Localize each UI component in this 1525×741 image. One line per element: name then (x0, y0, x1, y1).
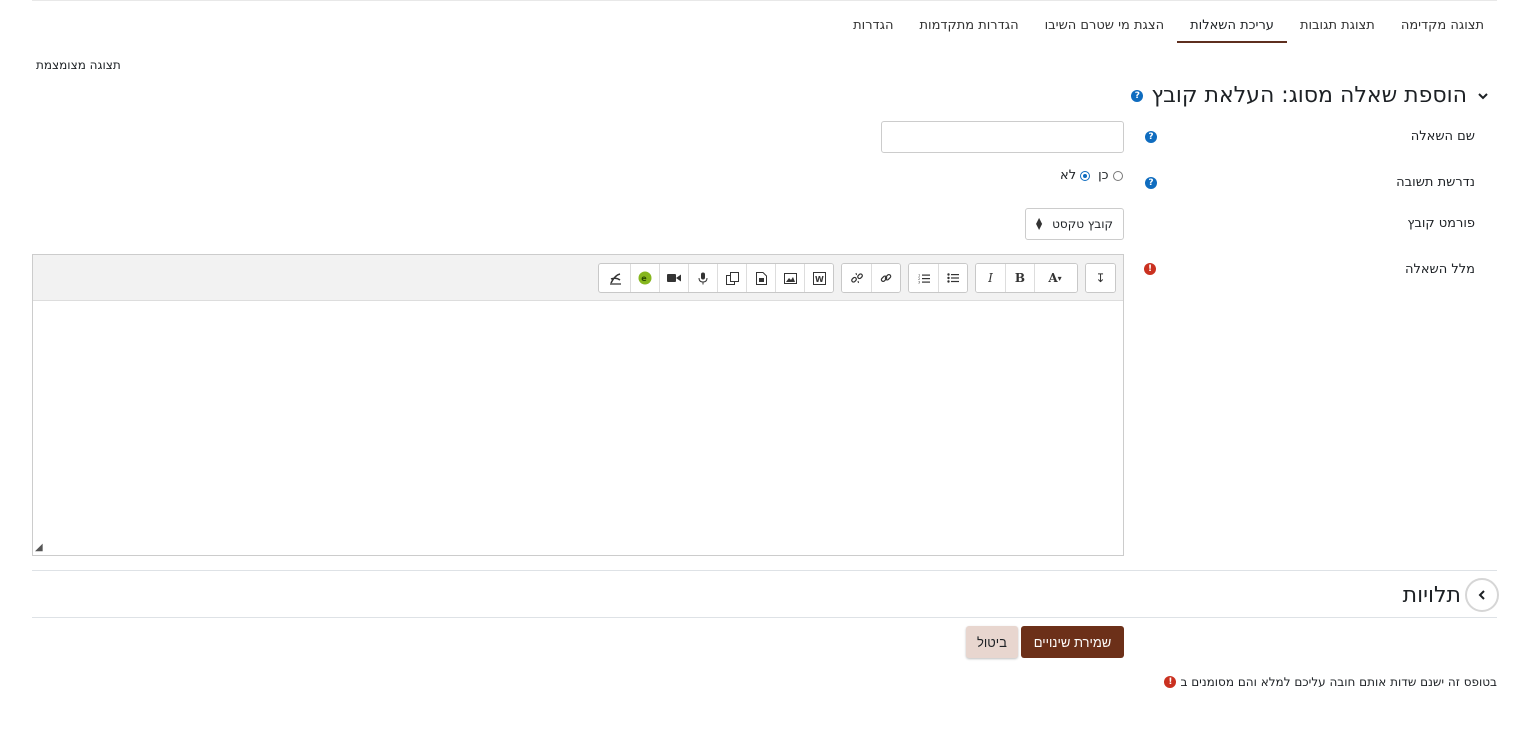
toolbar-group-links (841, 263, 901, 293)
unordered-list-icon[interactable] (938, 264, 967, 292)
section-header: הוספת שאלה מסוג: העלאת קובץ ? (1131, 83, 1491, 108)
compact-view-link[interactable]: תצוגה מצומצמת (36, 58, 121, 72)
required-no-option[interactable]: לא (1060, 168, 1091, 183)
section-title: הוספת שאלה מסוג: העלאת קובץ (1151, 83, 1467, 108)
question-name-input[interactable] (881, 121, 1124, 153)
toolbar-group-collapse: ↧ (1085, 263, 1116, 293)
h5p-icon[interactable]: e (630, 264, 659, 292)
media-icon[interactable] (746, 264, 775, 292)
unlink-icon[interactable] (842, 264, 871, 292)
chevron-left-icon[interactable] (1465, 578, 1499, 612)
required-icon: ! (1164, 676, 1177, 688)
image-icon[interactable] (775, 264, 804, 292)
collapse-icon[interactable]: ↧ (1086, 264, 1115, 292)
word-import-icon[interactable]: W (804, 264, 833, 292)
question-circle-icon[interactable]: ? (1145, 131, 1157, 143)
dependencies-header[interactable]: תלויות (1403, 578, 1499, 612)
svg-text:e: e (641, 274, 647, 283)
record-video-icon[interactable] (659, 264, 688, 292)
toolbar-group-lists: 123 (908, 263, 968, 293)
question-circle-icon[interactable]: ? (1131, 89, 1144, 102)
rich-text-editor: ↧ A ▾ B I 123 W e ◢ (32, 254, 1124, 556)
radio-no-label: לא (1060, 168, 1077, 183)
tab-preview[interactable]: תצוגה מקדימה (1388, 12, 1497, 43)
section-divider (32, 570, 1497, 571)
editor-toolbar: ↧ A ▾ B I 123 W e (33, 255, 1123, 301)
toolbar-group-insert: W e (598, 263, 834, 293)
font-style-icon[interactable]: A ▾ (1034, 264, 1077, 292)
radio-no[interactable] (1080, 170, 1091, 181)
required-yes-option[interactable]: כן (1098, 168, 1123, 183)
bold-icon[interactable]: B (1005, 264, 1034, 292)
footer-divider (32, 617, 1497, 618)
question-text-label: מלל השאלה (1404, 262, 1475, 277)
svg-text:W: W (815, 275, 824, 284)
cancel-button[interactable]: ביטול (966, 626, 1018, 658)
feedback-tabs: תצוגה מקדימה תצוגת תגובות עריכת השאלות ה… (840, 12, 1497, 43)
accessibility-checker-icon[interactable] (601, 264, 630, 292)
tab-edit-questions[interactable]: עריכת השאלות (1177, 12, 1287, 43)
tab-non-respondents[interactable]: הצגת מי שטרם השיבו (1032, 12, 1178, 43)
radio-yes-label: כן (1098, 168, 1109, 183)
tab-responses[interactable]: תצוגת תגובות (1287, 12, 1388, 43)
required-icon: ! (1144, 263, 1156, 275)
ordered-list-icon[interactable]: 123 (909, 264, 938, 292)
top-divider (32, 0, 1497, 1)
italic-icon[interactable]: I (976, 264, 1005, 292)
file-format-value: קובץ טקסט (1052, 217, 1113, 231)
file-format-select[interactable]: קובץ טקסט ▲ ▼ (1025, 208, 1124, 240)
record-audio-icon[interactable] (688, 264, 717, 292)
required-fields-note: בטופס זה ישנם שדות אותם חובה עליכם למלא … (1164, 675, 1497, 689)
chevron-down-icon[interactable] (1475, 88, 1491, 104)
svg-text:3: 3 (918, 280, 920, 284)
manage-files-icon[interactable] (717, 264, 746, 292)
radio-yes[interactable] (1112, 170, 1123, 181)
editor-content-area[interactable]: ◢ (33, 301, 1123, 555)
tab-settings[interactable]: הגדרות (840, 12, 906, 43)
select-arrows-icon: ▲ ▼ (1036, 216, 1043, 231)
save-changes-button[interactable]: שמירת שינויים (1021, 626, 1124, 658)
italic-label: I (988, 271, 993, 285)
toolbar-group-style: A ▾ B I (975, 263, 1078, 293)
file-format-label: פורמט קובץ (1407, 216, 1475, 231)
resize-handle-icon[interactable]: ◢ (35, 542, 43, 553)
required-note-text: בטופס זה ישנם שדות אותם חובה עליכם למלא … (1180, 675, 1497, 689)
required-radio-group: כן לא (1060, 168, 1123, 183)
required-label: נדרשת תשובה (1396, 175, 1475, 190)
question-circle-icon[interactable]: ? (1145, 177, 1157, 189)
font-style-label: A (1048, 271, 1058, 285)
bold-label: B (1014, 271, 1026, 285)
dependencies-title: תלויות (1402, 582, 1461, 608)
link-icon[interactable] (871, 264, 900, 292)
tab-advanced-settings[interactable]: הגדרות מתקדמות (906, 12, 1031, 43)
question-name-label: שם השאלה (1410, 129, 1475, 144)
